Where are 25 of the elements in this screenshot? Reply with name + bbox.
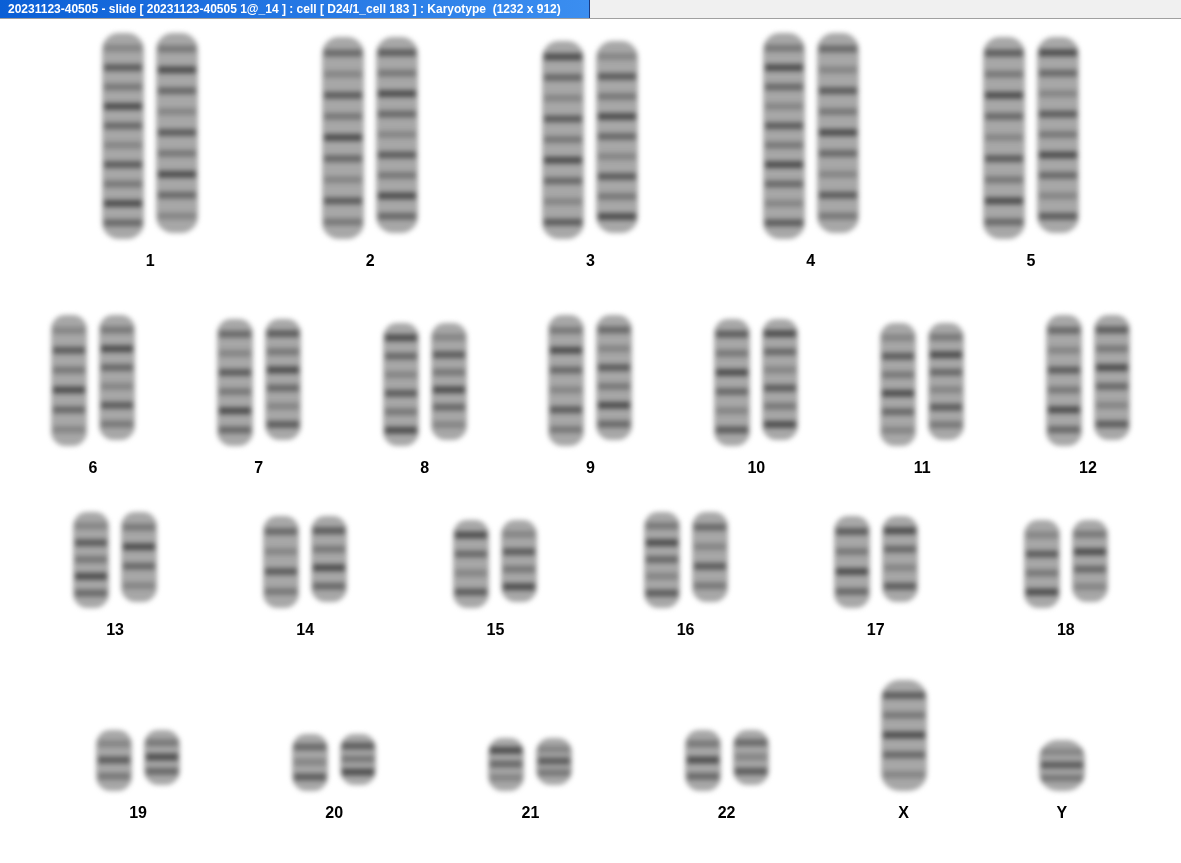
- chromosome-number: 21: [521, 803, 540, 823]
- chromosome-number: 13: [106, 620, 124, 640]
- chromosome-number: Y: [1056, 803, 1068, 823]
- chromosome-number: 17: [866, 620, 885, 640]
- chromosome-number: 19: [129, 803, 147, 823]
- chromosome-number: 20: [325, 803, 344, 823]
- chromosome-number: 3: [586, 251, 595, 271]
- chromosome-number: 7: [254, 458, 264, 478]
- chromosome-number: 14: [296, 620, 315, 640]
- chromosome-number: 12: [1079, 458, 1097, 478]
- window-title: 20231123-40505 - slide [ 20231123-40505 1@_14 ] : cell [ D24/1_cell 183 ] : Karyotype (1232 x 912): [0, 0, 590, 18]
- chromosome-number: 1: [145, 251, 155, 271]
- chromosome-number: 4: [806, 251, 816, 271]
- chromosome-number: 18: [1056, 620, 1075, 640]
- chromosome-number: 2: [365, 251, 375, 271]
- chromosome-number: 15: [486, 620, 505, 640]
- chromosome-number: 5: [1026, 251, 1036, 271]
- chromosome-number: 11: [913, 458, 931, 478]
- chromosome-number: 16: [676, 620, 695, 640]
- chromosome-number: X: [898, 803, 910, 823]
- chromosome-number: 22: [717, 803, 736, 823]
- chromosome-number: 6: [88, 458, 98, 478]
- chromosome-number: 10: [747, 458, 766, 478]
- chromosome-number: 9: [586, 458, 595, 478]
- chromosome-number: 8: [420, 458, 430, 478]
